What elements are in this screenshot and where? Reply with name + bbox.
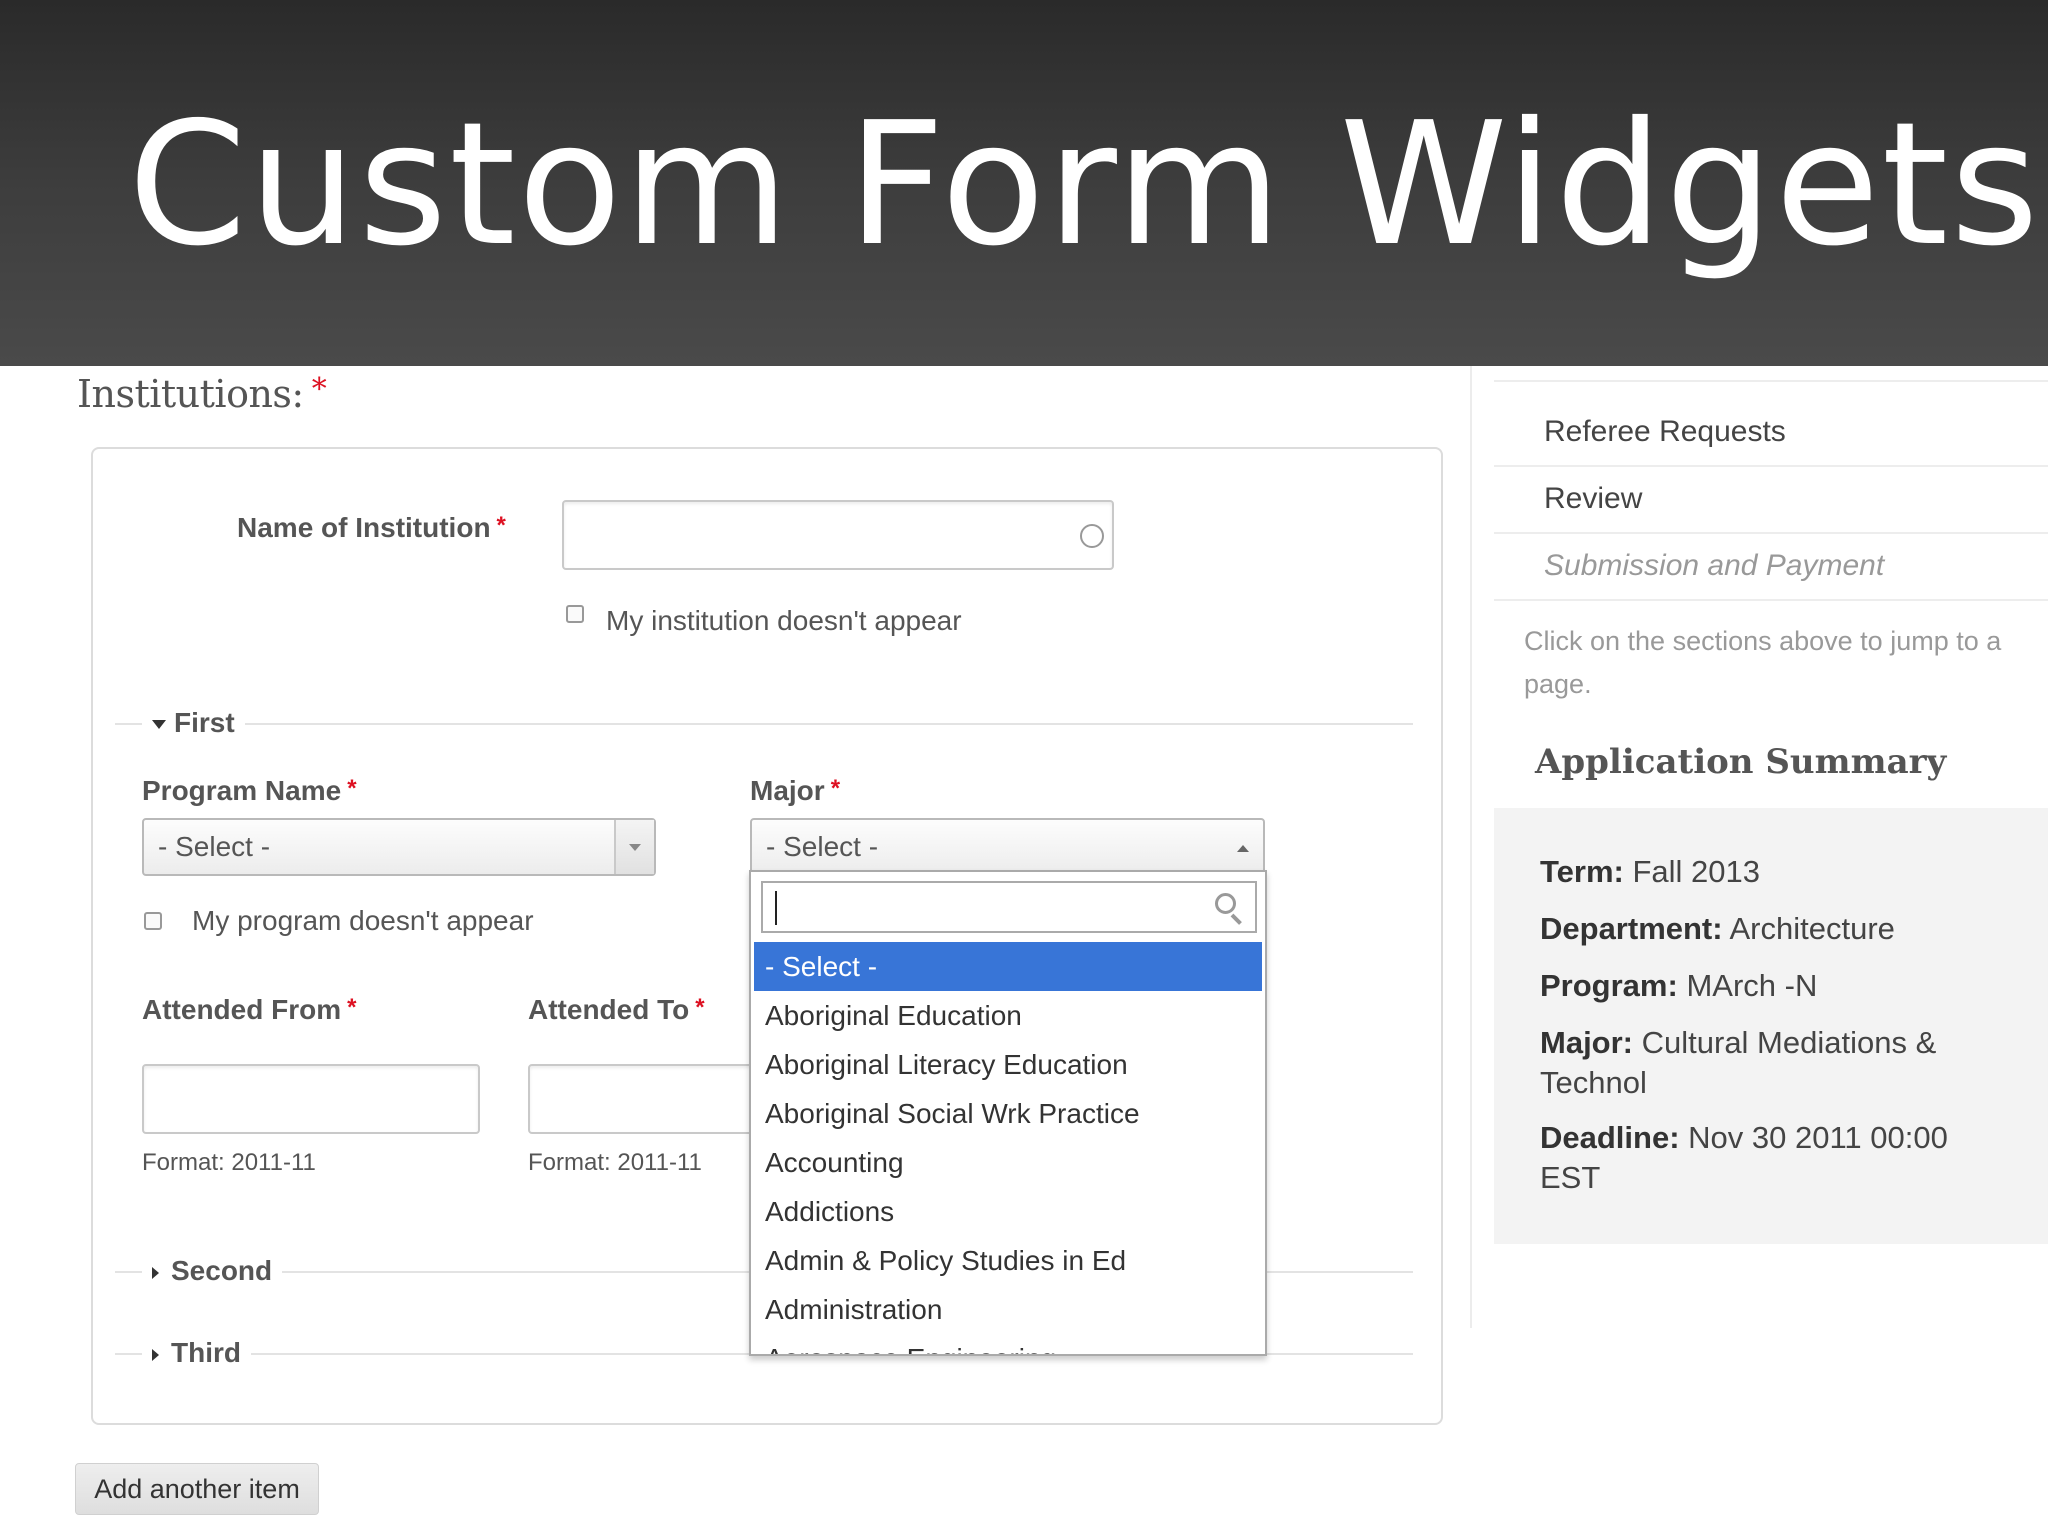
major-option[interactable]: - Select -: [754, 942, 1262, 991]
required-mark: *: [830, 775, 841, 802]
major-option[interactable]: Aboriginal Education: [754, 991, 1262, 1040]
collapsed-triangle-icon: [152, 1266, 159, 1279]
summary-deadline: Deadline: Nov 30 2011 00:00 EST: [1540, 1118, 2010, 1198]
third-section-label: Third: [171, 1337, 241, 1368]
attended-to-format-hint: Format: 2011-11: [528, 1149, 702, 1176]
attended-to-label: Attended To *: [528, 994, 705, 1026]
summary-term: Term: Fall 2013: [1540, 852, 2010, 892]
slide-title: Custom Form Widgets: [128, 86, 2041, 284]
first-section-toggle[interactable]: First: [142, 707, 245, 739]
institution-name-input[interactable]: [562, 500, 1114, 570]
first-section-label: First: [174, 707, 235, 738]
summary-department: Department: Architecture: [1540, 909, 2010, 949]
major-label-text: Major: [750, 775, 825, 806]
program-name-label: Program Name *: [142, 775, 357, 807]
sidebar-divider: [1470, 366, 1472, 1328]
attended-to-input[interactable]: [528, 1064, 768, 1134]
major-option[interactable]: Administration: [754, 1285, 1262, 1334]
major-select[interactable]: - Select -: [750, 818, 1265, 876]
institutions-label-text: Institutions:: [77, 372, 304, 416]
major-select-value: - Select -: [766, 831, 879, 862]
expanded-triangle-icon: [152, 720, 166, 730]
institutions-label: Institutions: *: [77, 372, 327, 416]
summary-value: Fall 2013: [1632, 854, 1760, 889]
summary-key: Department:: [1540, 911, 1723, 946]
second-section-toggle[interactable]: Second: [142, 1255, 283, 1287]
required-mark: *: [347, 775, 357, 802]
attended-from-format-hint: Format: 2011-11: [142, 1149, 316, 1176]
collapsed-triangle-icon: [152, 1348, 159, 1361]
summary-value: Architecture: [1729, 911, 1895, 946]
required-mark: *: [496, 512, 506, 539]
text-caret: [775, 891, 777, 925]
application-summary-title: Application Summary: [1535, 742, 1947, 782]
sidebar-item-review[interactable]: Review: [1494, 466, 2048, 534]
major-label: Major *: [750, 775, 840, 807]
major-options-list: - Select - Aboriginal Education Aborigin…: [754, 942, 1262, 1354]
second-section-label: Second: [171, 1255, 273, 1286]
major-option[interactable]: Aboriginal Social Wrk Practice: [754, 1089, 1262, 1138]
name-of-institution-label: Name of Institution *: [237, 512, 506, 544]
program-name-select[interactable]: - Select -: [142, 818, 656, 876]
program-not-listed-label: My program doesn't appear: [192, 905, 534, 936]
summary-key: Program:: [1540, 968, 1678, 1003]
institution-not-listed-label: My institution doesn't appear: [606, 605, 962, 636]
add-another-item-button[interactable]: Add another item: [75, 1463, 319, 1515]
major-option[interactable]: Aboriginal Literacy Education: [754, 1040, 1262, 1089]
sidebar-item-submission-and-payment[interactable]: Submission and Payment: [1494, 533, 2048, 601]
required-mark: *: [311, 372, 327, 407]
institution-not-listed-checkbox[interactable]: [566, 605, 584, 623]
summary-program: Program: MArch -N: [1540, 966, 2010, 1006]
summary-key: Major:: [1540, 1025, 1633, 1060]
first-section-divider: [115, 723, 1413, 725]
major-option[interactable]: Accounting: [754, 1138, 1262, 1187]
major-dropdown[interactable]: - Select - Aboriginal Education Aborigin…: [749, 870, 1267, 1356]
major-option[interactable]: Addictions: [754, 1187, 1262, 1236]
sidebar-item-referee-requests[interactable]: Referee Requests: [1494, 399, 2048, 467]
search-icon: [1215, 893, 1245, 925]
program-not-listed-checkbox[interactable]: [144, 912, 162, 930]
summary-value: MArch -N: [1686, 968, 1818, 1003]
attended-to-label-text: Attended To: [528, 994, 690, 1025]
summary-key: Term:: [1540, 854, 1624, 889]
autocomplete-spinner-icon: [1080, 524, 1104, 548]
summary-major: Major: Cultural Mediations & Technol: [1540, 1023, 2010, 1103]
chevron-up-icon: [1237, 845, 1249, 852]
program-name-label-text: Program Name: [142, 775, 342, 806]
attended-from-input[interactable]: [142, 1064, 480, 1134]
sidebar-help-text: Click on the sections above to jump to a…: [1524, 626, 2002, 699]
major-option[interactable]: Admin & Policy Studies in Ed: [754, 1236, 1262, 1285]
major-search-input[interactable]: [761, 881, 1257, 933]
summary-key: Deadline:: [1540, 1120, 1680, 1155]
third-section-toggle[interactable]: Third: [142, 1337, 251, 1369]
program-select-value: - Select -: [158, 831, 271, 862]
name-of-institution-label-text: Name of Institution: [237, 512, 491, 543]
required-mark: *: [695, 994, 705, 1021]
major-option[interactable]: Aerospace Engineering: [754, 1334, 1262, 1354]
chevron-down-icon: [629, 844, 641, 851]
attended-from-label: Attended From *: [142, 994, 356, 1026]
slide-header: Custom Form Widgets: [0, 0, 2048, 366]
attended-from-label-text: Attended From: [142, 994, 342, 1025]
required-mark: *: [347, 994, 357, 1021]
program-select-arrow[interactable]: [614, 820, 654, 874]
application-summary-box: Term: Fall 2013 Department: Architecture…: [1494, 808, 2048, 1244]
